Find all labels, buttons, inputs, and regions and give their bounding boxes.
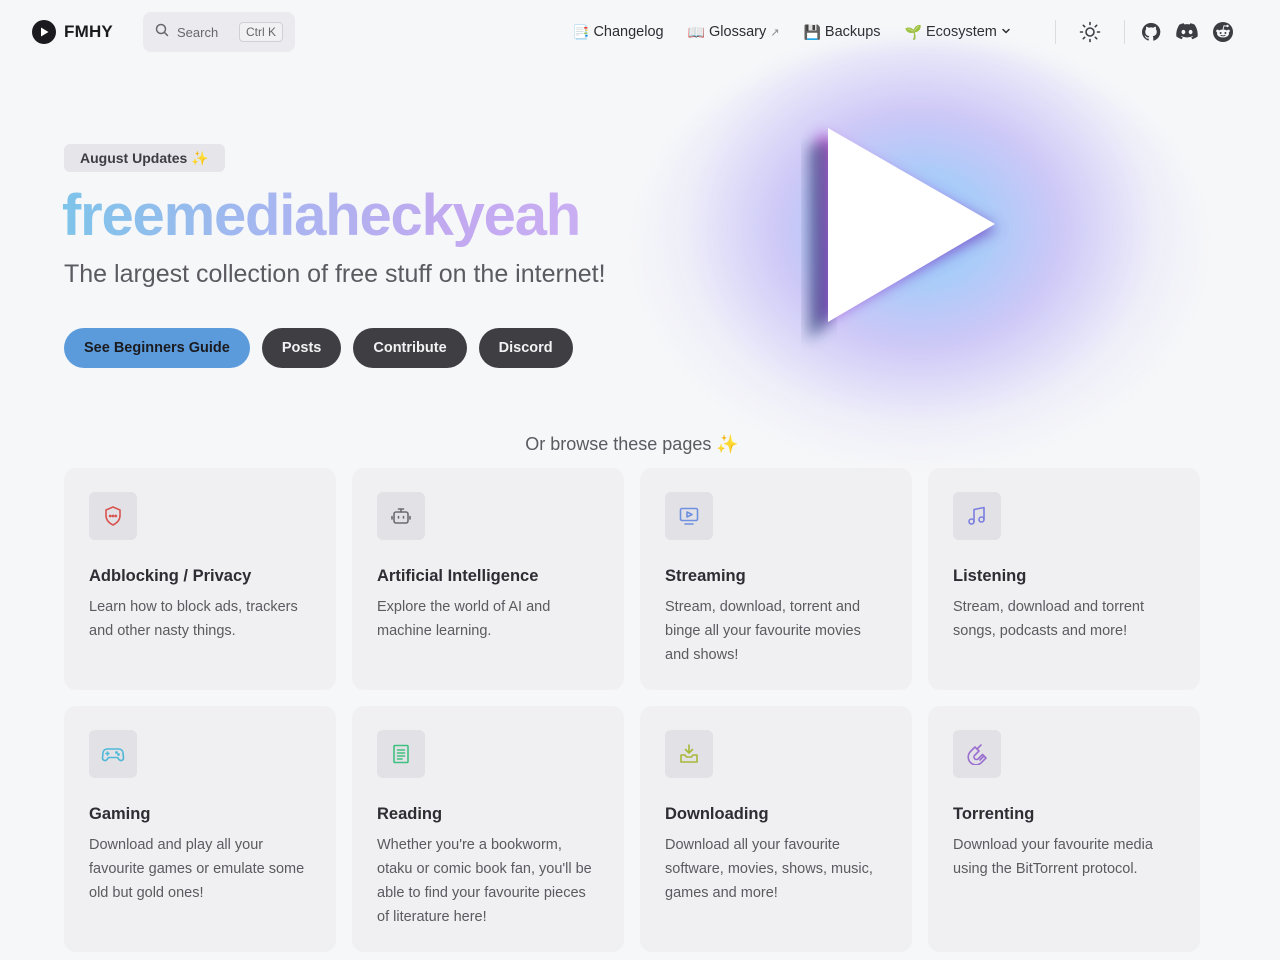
card-title: Reading: [377, 805, 443, 823]
nav-link-glossary[interactable]: 📖 Glossary ↗: [688, 24, 780, 41]
nav-link-label: Backups: [824, 24, 881, 40]
theme-toggle-sun-icon[interactable]: [1078, 20, 1102, 44]
hero-title: freemediaheckyeah: [62, 180, 581, 252]
nav-link-label: Ecosystem: [925, 24, 997, 40]
gamepad-icon: [89, 730, 137, 778]
nav-links: 📑 Changelog 📖 Glossary ↗ 💾 Backups 🌱 Eco…: [572, 20, 1035, 44]
card-description: Stream, download, torrent and binge all …: [665, 599, 861, 663]
card-description: Stream, download and torrent songs, podc…: [953, 599, 1145, 639]
nav-link-changelog[interactable]: 📑 Changelog: [572, 24, 664, 41]
seedling-icon: 🌱: [904, 23, 922, 40]
category-card-downloading[interactable]: Downloading Download all your favourite …: [640, 706, 912, 952]
book-icon: [377, 730, 425, 778]
hero-tagline: The largest collection of free stuff on …: [64, 260, 606, 288]
card-description: Whether you're a bookworm, otaku or comi…: [377, 837, 592, 925]
card-title: Listening: [953, 567, 1027, 585]
category-card-reading[interactable]: Reading Whether you're a bookworm, otaku…: [352, 706, 624, 952]
brand-link[interactable]: FMHY: [32, 20, 113, 44]
nav-link-label: Glossary: [709, 24, 767, 40]
category-card-torrenting[interactable]: Torrenting Download your favourite media…: [928, 706, 1200, 952]
contribute-button[interactable]: Contribute: [353, 328, 467, 368]
card-description: Learn how to block ads, trackers and oth…: [89, 599, 298, 639]
nav-link-backups[interactable]: 💾 Backups: [803, 24, 880, 41]
search-button[interactable]: Search Ctrl K: [143, 12, 295, 52]
github-icon[interactable]: [1139, 20, 1163, 44]
hero-actions: See Beginners Guide Posts Contribute Dis…: [64, 328, 573, 368]
top-navbar: FMHY Search Ctrl K 📑 Changelog 📖 Glossar…: [0, 0, 1280, 64]
card-description: Download and play all your favourite gam…: [89, 837, 305, 901]
magnet-icon: [953, 730, 1001, 778]
card-description: Download your favourite media using the …: [953, 837, 1153, 877]
nav-link-label: Changelog: [593, 24, 664, 40]
card-title: Adblocking / Privacy: [89, 567, 252, 585]
open-book-icon: 📖: [687, 23, 706, 40]
card-title: Artificial Intelligence: [377, 567, 539, 585]
nav-divider: [1124, 20, 1125, 44]
shield-icon: [89, 492, 137, 540]
card-description: Download all your favourite software, mo…: [665, 837, 873, 901]
search-placeholder: Search: [177, 24, 219, 40]
brand-name: FMHY: [64, 22, 113, 41]
bookmark-tabs-icon: 📑: [572, 23, 590, 40]
robot-icon: [377, 492, 425, 540]
card-title: Downloading: [665, 805, 769, 823]
category-card-ai[interactable]: Artificial Intelligence Explore the worl…: [352, 468, 624, 690]
chevron-down-icon: [1001, 24, 1011, 40]
nav-divider: [1055, 20, 1056, 44]
beginners-guide-button[interactable]: See Beginners Guide: [64, 328, 250, 368]
card-title: Gaming: [89, 805, 151, 823]
nav-link-ecosystem[interactable]: 🌱 Ecosystem: [905, 24, 1011, 41]
search-shortcut-hint: Ctrl K: [239, 22, 283, 42]
external-link-icon: ↗: [770, 26, 780, 39]
tv-play-icon: [665, 492, 713, 540]
discord-button[interactable]: Discord: [478, 328, 573, 368]
updates-badge[interactable]: August Updates ✨: [64, 144, 225, 172]
category-card-listening[interactable]: Listening Stream, download and torrent s…: [928, 468, 1200, 690]
posts-button[interactable]: Posts: [261, 328, 342, 368]
category-grid: Adblocking / Privacy Learn how to block …: [64, 468, 1201, 952]
card-title: Streaming: [665, 567, 746, 585]
hero-play-logo-icon: [780, 110, 1020, 350]
floppy-disk-icon: 💾: [803, 23, 821, 40]
play-logo-icon: [32, 20, 56, 44]
reddit-icon[interactable]: [1211, 20, 1235, 44]
discord-icon[interactable]: [1175, 20, 1199, 44]
card-description: Explore the world of AI and machine lear…: [377, 599, 551, 639]
category-card-streaming[interactable]: Streaming Stream, download, torrent and …: [640, 468, 912, 690]
music-note-icon: [953, 492, 1001, 540]
browse-heading: Or browse these pages ✨: [525, 434, 739, 454]
card-title: Torrenting: [953, 805, 1035, 823]
search-icon: [155, 23, 169, 42]
category-card-gaming[interactable]: Gaming Download and play all your favour…: [64, 706, 336, 952]
download-tray-icon: [665, 730, 713, 778]
category-card-adblocking[interactable]: Adblocking / Privacy Learn how to block …: [64, 468, 336, 690]
